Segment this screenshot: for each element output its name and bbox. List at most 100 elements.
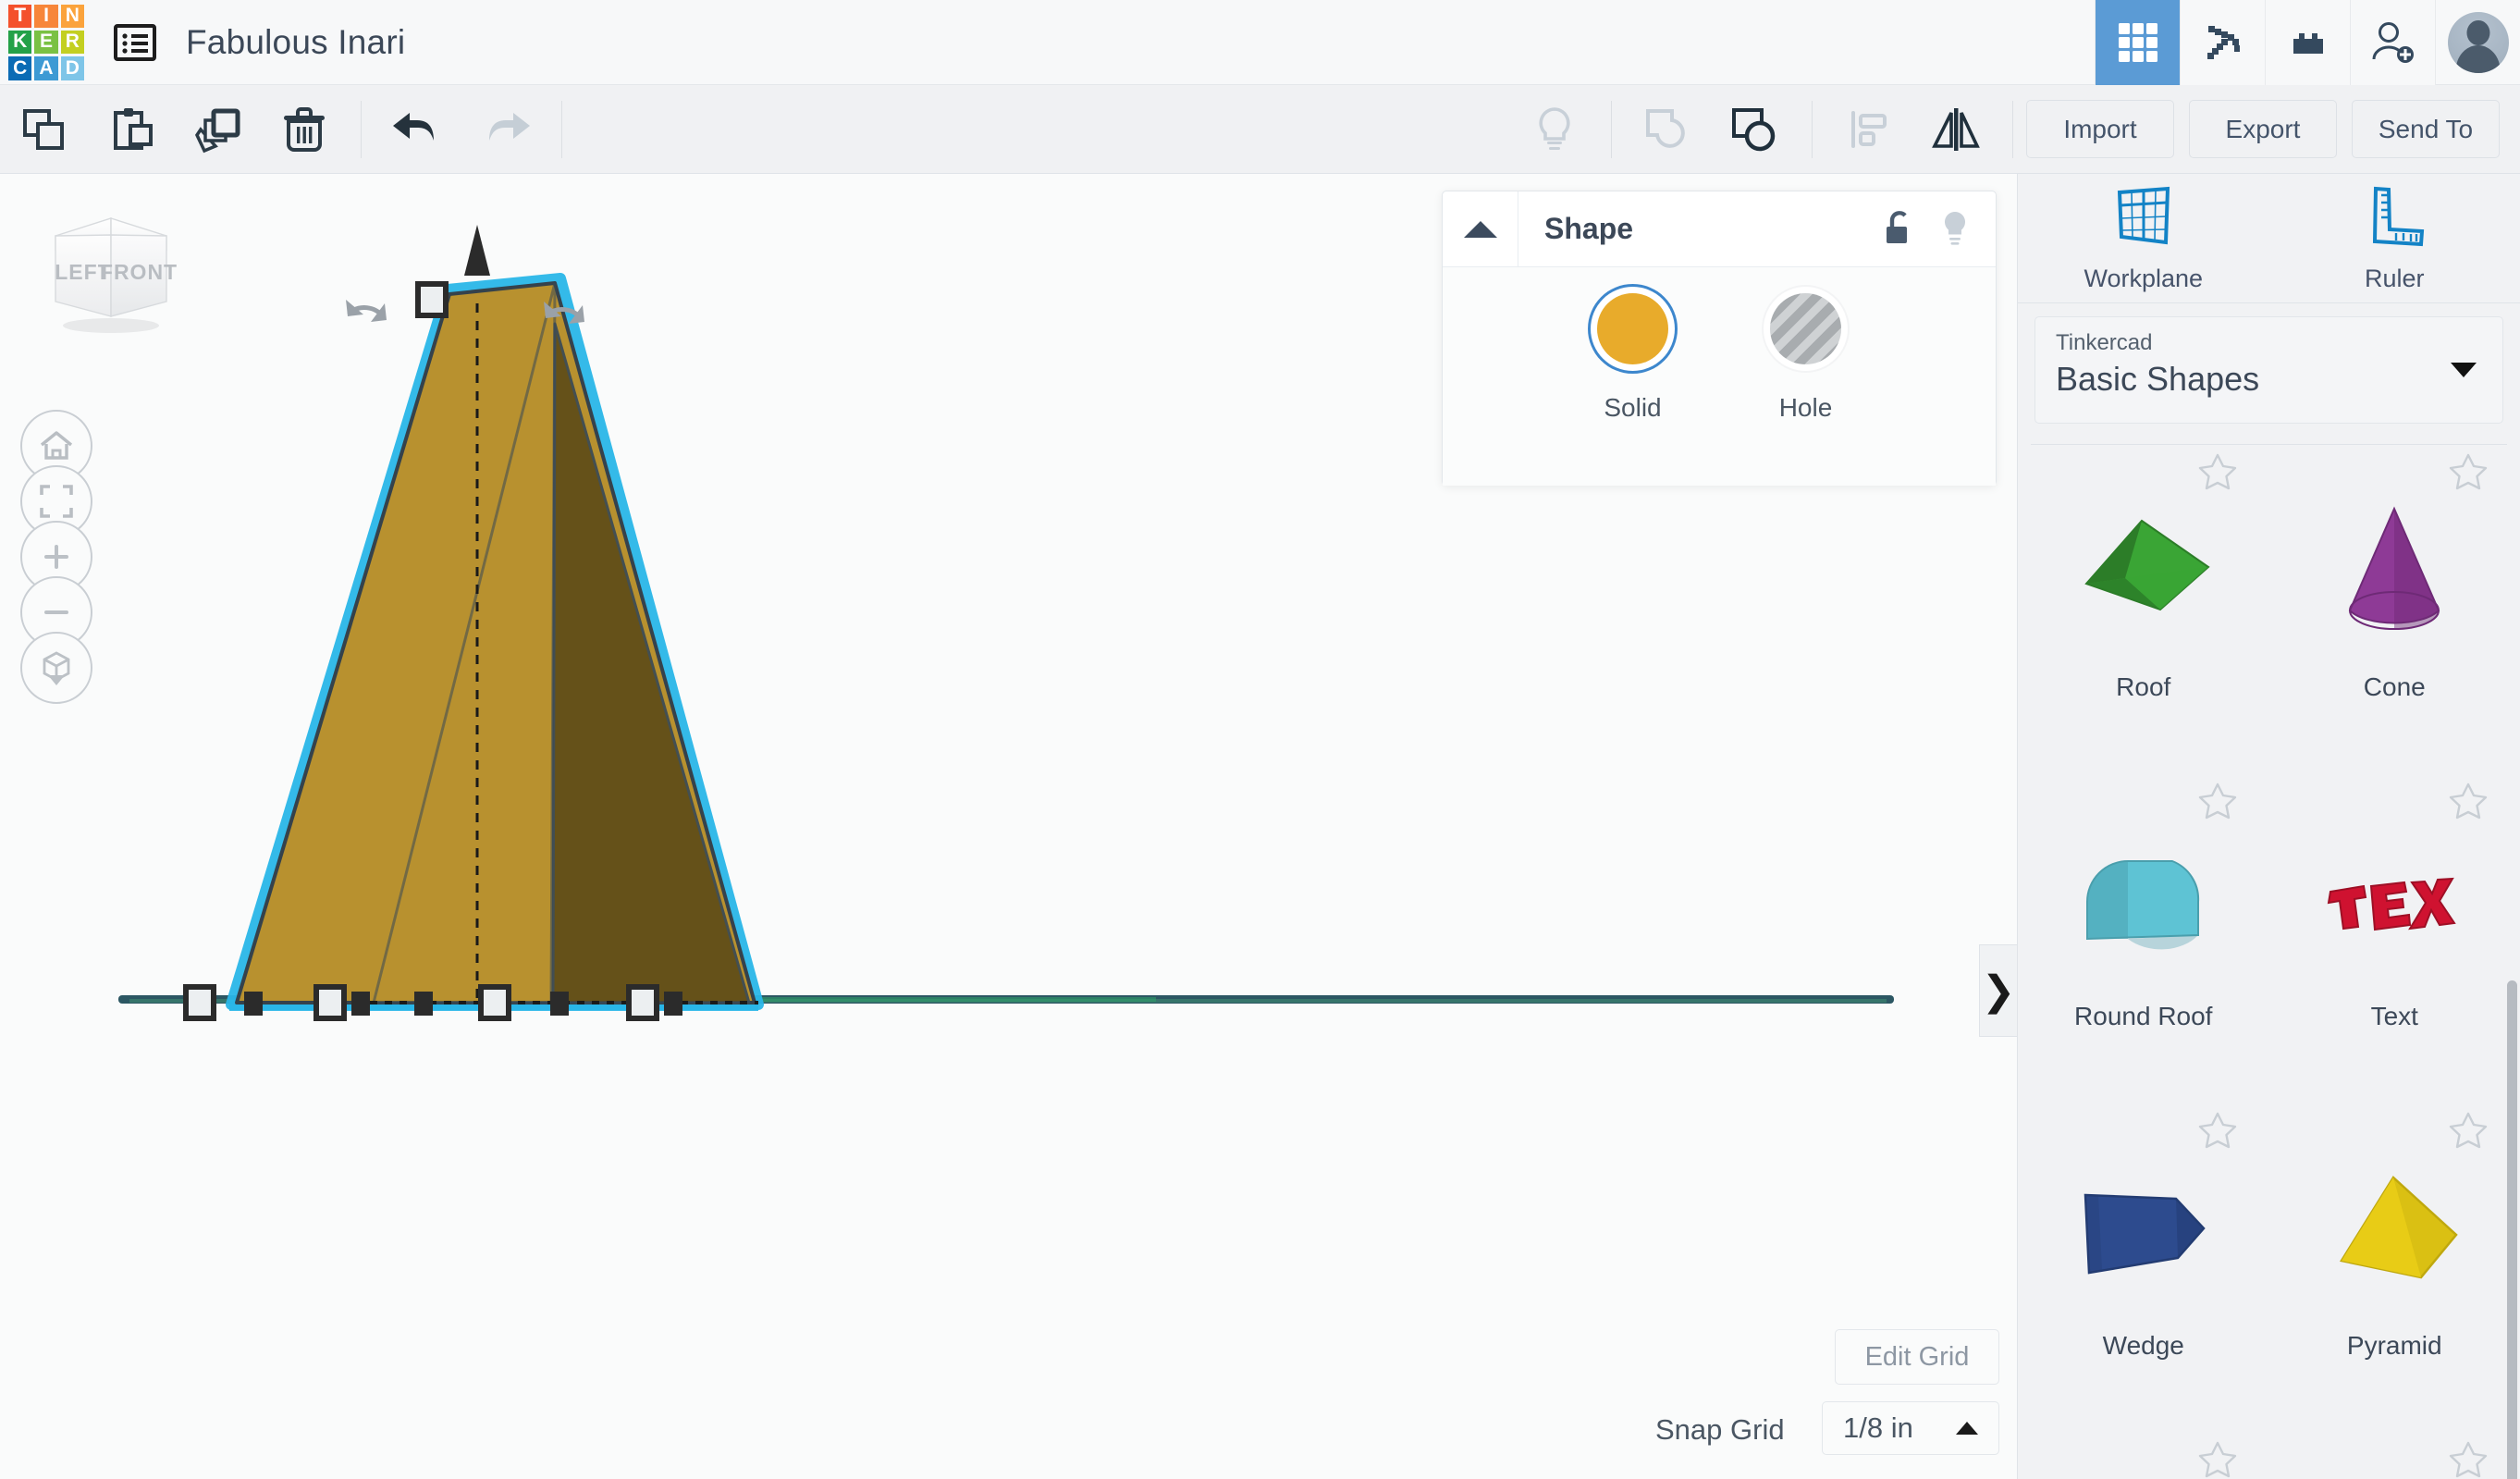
shape-wedge[interactable]: Wedge <box>2018 1103 2269 1433</box>
toolbar-divider <box>361 101 362 158</box>
ruler-icon <box>2361 183 2428 253</box>
align-icon[interactable] <box>1825 85 1912 174</box>
library-selected-value: Basic Shapes <box>2056 360 2482 399</box>
shape-panel-header: Shape <box>1443 191 1996 267</box>
grid-view-icon[interactable] <box>2095 0 2180 85</box>
favorite-star-icon[interactable] <box>2197 450 2238 491</box>
favorite-star-icon[interactable] <box>2197 1438 2238 1479</box>
shapes-grid-wrap: Roof Cone Round Roof Text Wedge Pyramid <box>2018 444 2520 1479</box>
shape-roof[interactable]: Roof <box>2018 445 2269 774</box>
triangle-up-icon[interactable] <box>1443 191 1518 267</box>
edit-toolbar: Import Export Send To <box>0 85 2520 174</box>
redo-arrow-icon[interactable] <box>461 85 548 174</box>
chevron-up-icon[interactable] <box>1956 1422 1978 1435</box>
lightbulb-icon[interactable] <box>1511 85 1598 174</box>
tinkercad-logo[interactable]: TINKERCAD <box>8 5 84 80</box>
workplane-label: Workplane <box>2084 265 2203 293</box>
resize-handle-br <box>629 987 657 1018</box>
edit-grid-button[interactable]: Edit Grid <box>1835 1329 1999 1385</box>
workplane-tool[interactable]: Workplane <box>2018 174 2269 302</box>
resize-handle-top <box>418 284 446 315</box>
hole-label: Hole <box>1779 393 1833 423</box>
shape-panel-body: Solid Hole <box>1443 267 1996 486</box>
chevron-down-icon[interactable] <box>2451 363 2477 377</box>
ruler-label: Ruler <box>2365 265 2425 293</box>
shapes-sidebar: Workplane Ruler Tinkercad Basic Shap <box>2017 174 2520 1479</box>
send-to-button[interactable]: Send To <box>2352 100 2500 158</box>
workplane-icon <box>2110 183 2177 253</box>
ungroup-icon[interactable] <box>1712 85 1799 174</box>
logo-tile-k: K <box>8 31 31 54</box>
tinkercad-app: TINKERCAD Fabulous Inari <box>0 0 2520 1479</box>
logo-tile-r: R <box>61 31 84 54</box>
solid-swatch[interactable] <box>1597 293 1668 364</box>
codeblocks-pickaxe-icon[interactable] <box>2180 0 2265 85</box>
rotate-handle-left <box>346 300 387 322</box>
logo-tile-d: D <box>61 56 84 80</box>
export-button[interactable]: Export <box>2189 100 2337 158</box>
invite-person-icon[interactable] <box>2350 0 2435 85</box>
shape-round-roof-thumbnail <box>2065 807 2222 1002</box>
library-select-wrap: Tinkercad Basic Shapes <box>2018 303 2520 424</box>
logo-tile-n: N <box>61 5 84 28</box>
document-title[interactable]: Fabulous Inari <box>186 23 405 62</box>
import-button[interactable]: Import <box>2026 100 2174 158</box>
shape-cone-thumbnail <box>2320 478 2468 672</box>
group-icon[interactable] <box>1625 85 1712 174</box>
shape-half-sphere[interactable] <box>2018 1433 2269 1479</box>
toolbar-right-group: Import Export Send To <box>1511 85 2520 174</box>
collapse-panel-icon[interactable]: ❯ <box>1979 944 2017 1037</box>
height-handle <box>464 225 490 276</box>
delete-trash-icon[interactable] <box>261 85 348 174</box>
roof-shape-second <box>553 324 749 1003</box>
shape-text[interactable]: Text <box>2269 774 2520 1103</box>
top-bar-actions <box>2095 0 2520 85</box>
shape-text-thumbnail <box>2316 807 2473 1002</box>
shape-cone-label: Cone <box>2364 672 2426 702</box>
toolbar-divider-5 <box>2012 101 2013 158</box>
shape-pyramid[interactable]: Pyramid <box>2269 1103 2520 1433</box>
shapes-grid: Roof Cone Round Roof Text Wedge Pyramid <box>2018 445 2520 1479</box>
toolbar-divider-2 <box>561 101 562 158</box>
avatar[interactable] <box>2435 0 2520 85</box>
logo-tile-c: C <box>8 56 31 80</box>
shape-cone[interactable]: Cone <box>2269 445 2520 774</box>
logo-tile-t: T <box>8 5 31 28</box>
favorite-star-icon[interactable] <box>2448 1109 2489 1150</box>
logo-tile-e: E <box>34 31 57 54</box>
snap-grid-select[interactable]: 1/8 in <box>1822 1401 1999 1455</box>
ruler-tool[interactable]: Ruler <box>2269 174 2520 302</box>
hole-option[interactable]: Hole <box>1770 293 1841 423</box>
list-icon[interactable] <box>110 18 160 68</box>
unlock-icon[interactable] <box>1881 209 1916 250</box>
duplicate-icon[interactable] <box>174 85 261 174</box>
solid-label: Solid <box>1604 393 1661 423</box>
shape-library-select[interactable]: Tinkercad Basic Shapes <box>2034 316 2503 424</box>
favorite-star-icon[interactable] <box>2197 780 2238 820</box>
sidebar-tools: Workplane Ruler <box>2018 174 2520 303</box>
lightbulb-icon[interactable] <box>1938 209 1972 250</box>
snap-grid-label: Snap Grid <box>1655 1413 1785 1447</box>
shape-panel-title: Shape <box>1544 212 1633 246</box>
toolbar-divider-4 <box>1812 101 1813 158</box>
shape-round-roof-label: Round Roof <box>2074 1002 2212 1031</box>
shape-roof-label: Roof <box>2116 672 2170 702</box>
shape-round-roof[interactable]: Round Roof <box>2018 774 2269 1103</box>
mirror-icon[interactable] <box>1912 85 1999 174</box>
favorite-star-icon[interactable] <box>2448 450 2489 491</box>
paste-icon[interactable] <box>87 85 174 174</box>
solid-option[interactable]: Solid <box>1597 293 1668 423</box>
shape-pyramid-thumbnail <box>2316 1137 2473 1331</box>
brick-blocks-icon[interactable] <box>2265 0 2350 85</box>
favorite-star-icon[interactable] <box>2448 1438 2489 1479</box>
favorite-star-icon[interactable] <box>2197 1109 2238 1150</box>
favorite-star-icon[interactable] <box>2448 780 2489 820</box>
hole-swatch[interactable] <box>1770 293 1841 364</box>
library-group-label: Tinkercad <box>2056 330 2482 356</box>
shape-hexagon-prism[interactable] <box>2269 1433 2520 1479</box>
undo-arrow-icon[interactable] <box>375 85 461 174</box>
shape-pyramid-label: Pyramid <box>2347 1331 2442 1361</box>
sidebar-scrollbar[interactable] <box>2507 980 2517 1479</box>
shape-text-label: Text <box>2371 1002 2418 1031</box>
copy-icon[interactable] <box>0 85 87 174</box>
